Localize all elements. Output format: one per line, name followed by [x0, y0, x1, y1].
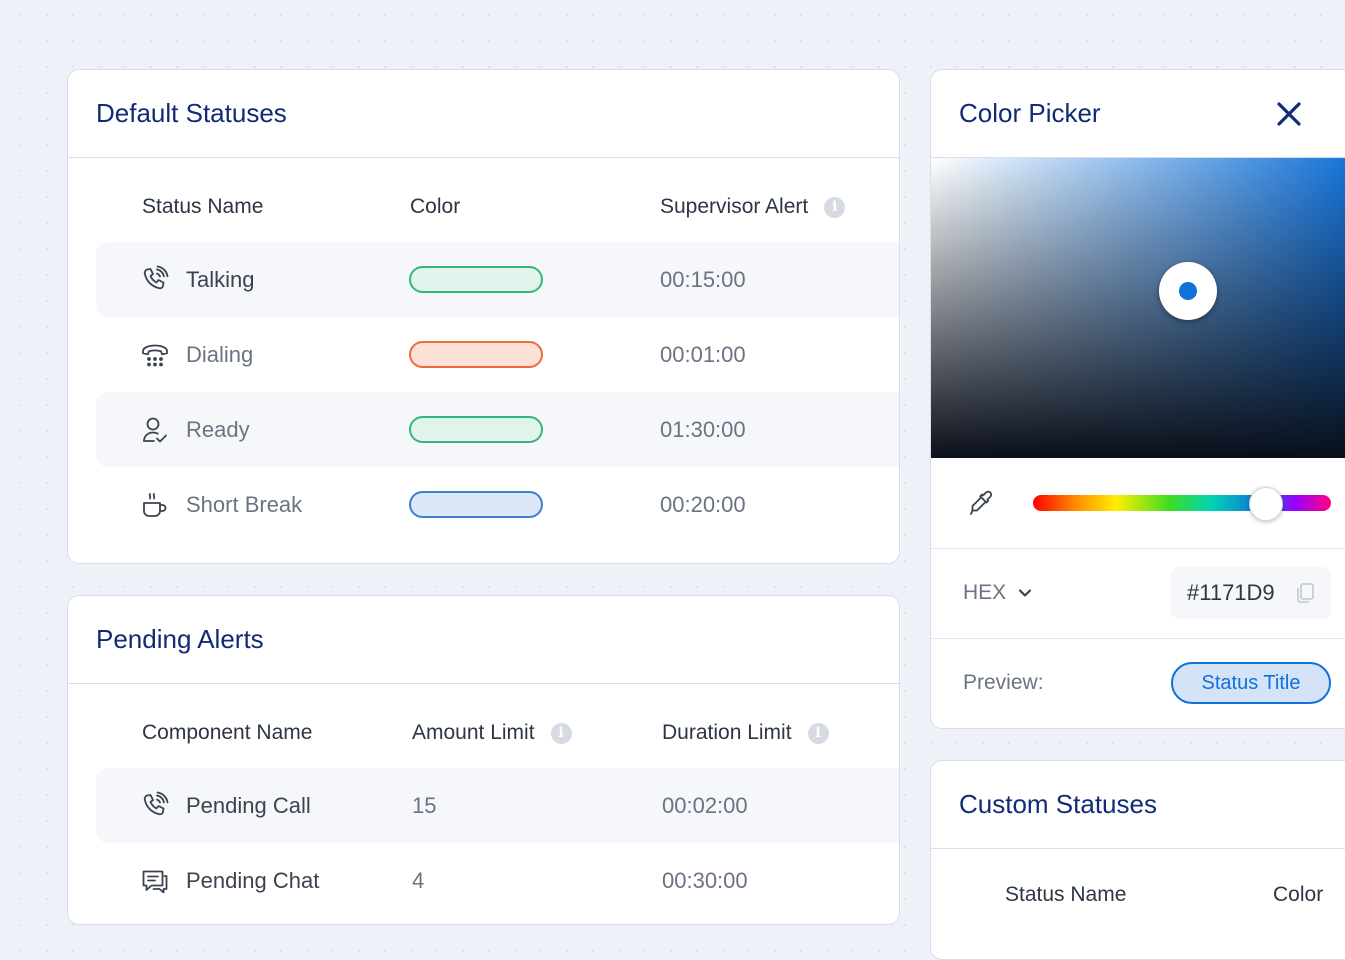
column-header-component-name: Component Name	[142, 721, 313, 744]
alert-row-pending-call[interactable]: Pending Call 15 00:02:00	[96, 768, 899, 843]
status-color-cell	[409, 467, 543, 542]
column-header-duration-limit: Duration Limit i	[662, 721, 829, 745]
user-ready-icon	[140, 415, 170, 445]
status-row-dialing[interactable]: Dialing 00:01:00	[96, 317, 899, 392]
color-swatch-pill[interactable]	[409, 266, 543, 293]
info-icon[interactable]: i	[807, 722, 829, 744]
phone-call-icon	[140, 791, 170, 821]
supervisor-alert-cell: 00:01:00	[660, 341, 746, 367]
hue-row	[931, 458, 1345, 549]
saturation-handle[interactable]	[1159, 262, 1217, 320]
column-header-supervisor-alert: Supervisor Alert i	[660, 195, 846, 219]
info-icon[interactable]: i	[550, 722, 572, 744]
phone-talking-icon	[140, 265, 170, 295]
hue-slider-thumb[interactable]	[1249, 487, 1283, 521]
color-picker-title: Color Picker	[959, 98, 1101, 128]
status-name-cell: Ready	[140, 392, 250, 467]
default-statuses-card: Default Statuses Status Name Color Super…	[67, 69, 900, 564]
amount-limit-cell: 4	[412, 867, 425, 893]
pending-alerts-title: Pending Alerts	[96, 624, 264, 654]
eyedropper-icon[interactable]	[967, 488, 997, 518]
status-name-cell: Talking	[140, 242, 254, 317]
status-row-talking[interactable]: Talking 00:15:00	[96, 242, 899, 317]
amount-limit-cell: 15	[412, 792, 437, 818]
status-row-ready[interactable]: Ready 01:30:00	[96, 392, 899, 467]
chat-icon	[140, 866, 170, 896]
alert-row-pending-chat[interactable]: Pending Chat 4 00:30:00	[96, 843, 899, 918]
column-header-color: Color	[410, 195, 461, 218]
status-name-cell: Dialing	[140, 317, 253, 392]
column-header-status-name: Status Name	[142, 195, 264, 218]
preview-row: Preview: Status Title	[931, 638, 1345, 728]
supervisor-alert-cell: 00:20:00	[660, 491, 746, 517]
default-statuses-title: Default Statuses	[96, 98, 287, 128]
pending-alerts-card: Pending Alerts Component Name Amount Lim…	[67, 595, 900, 925]
component-name-cell: Pending Call	[140, 768, 311, 843]
color-format-select[interactable]: HEX	[963, 548, 1032, 638]
coffee-cup-icon	[140, 490, 170, 520]
color-swatch-pill[interactable]	[409, 341, 543, 368]
supervisor-alert-cell: 01:30:00	[660, 416, 746, 442]
component-name-cell: Pending Chat	[140, 843, 319, 918]
column-header-amount-limit: Amount Limit i	[412, 721, 572, 745]
copy-icon[interactable]	[1293, 581, 1317, 605]
custom-statuses-header: Custom Statuses	[931, 761, 1345, 849]
color-swatch-pill[interactable]	[409, 416, 543, 443]
close-icon[interactable]	[1271, 96, 1307, 132]
default-statuses-header: Default Statuses	[68, 70, 899, 158]
duration-limit-cell: 00:30:00	[662, 867, 748, 893]
hex-value-field[interactable]: #1171D9	[1171, 567, 1331, 619]
color-swatch-pill[interactable]	[409, 491, 543, 518]
column-header-color: Color	[1273, 883, 1324, 906]
status-name-cell: Short Break	[140, 467, 302, 542]
info-icon[interactable]: i	[824, 196, 846, 218]
status-color-cell	[409, 392, 543, 467]
status-title-preview-chip: Status Title	[1171, 662, 1331, 704]
status-color-cell	[409, 242, 543, 317]
hue-slider-track[interactable]	[1033, 495, 1331, 511]
custom-statuses-title: Custom Statuses	[959, 789, 1157, 819]
status-row-short-break[interactable]: Short Break 00:20:00	[96, 467, 899, 542]
status-color-cell	[409, 317, 543, 392]
chevron-down-icon	[1019, 589, 1032, 597]
saturation-brightness-area[interactable]	[931, 158, 1345, 458]
custom-statuses-card: Custom Statuses Status Name Color	[930, 760, 1345, 960]
column-header-status-name: Status Name	[1005, 883, 1127, 906]
hex-row: HEX #1171D9	[931, 548, 1345, 639]
phone-dialing-icon	[140, 340, 170, 370]
pending-alerts-header: Pending Alerts	[68, 596, 899, 684]
color-picker-card: Color Picker HEX #1171D9 Preview: Status…	[930, 69, 1345, 729]
duration-limit-cell: 00:02:00	[662, 792, 748, 818]
preview-label: Preview:	[963, 671, 1044, 694]
supervisor-alert-cell: 00:15:00	[660, 266, 746, 292]
